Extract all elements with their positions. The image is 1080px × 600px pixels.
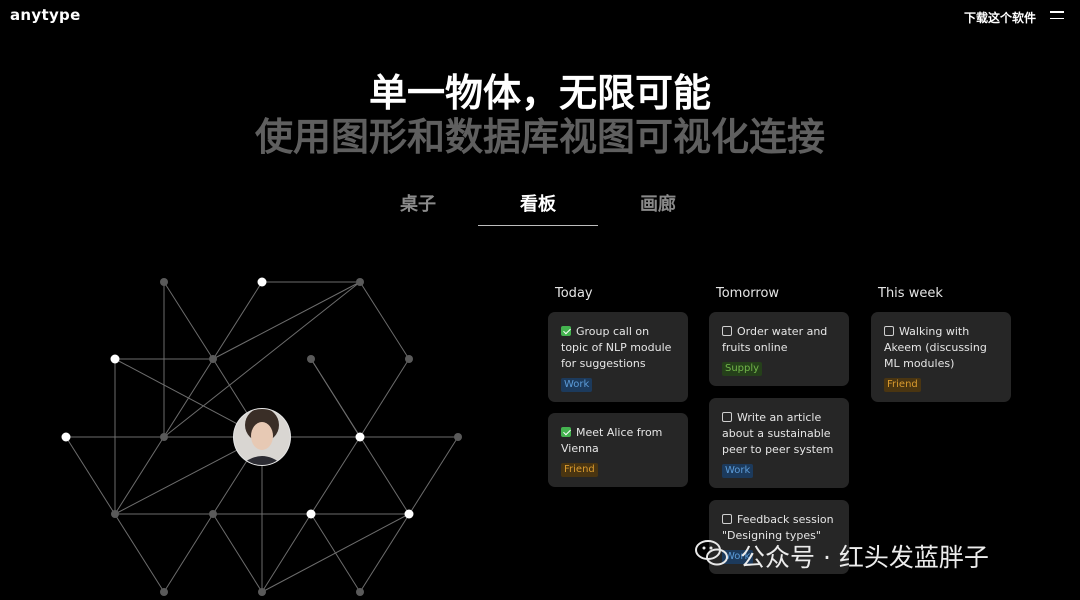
card-title: Walking with Akeem (discussing ML module… [884,325,987,370]
graph-node [307,355,315,363]
tag-badge: Work [722,464,754,478]
view-tabs: 桌子 看板 画廊 [358,190,718,226]
tab-table[interactable]: 桌子 [358,190,478,226]
graph-edge [359,358,410,438]
kanban-column-title: Today [555,286,593,301]
graph-edge [163,281,214,360]
kanban-card[interactable]: Meet Alice from Vienna Friend [548,413,688,487]
checkbox[interactable] [722,412,732,422]
checkbox[interactable] [884,326,894,336]
graph-node [160,588,168,596]
graph-node [356,278,364,286]
card-title: Write an article about a sustainable pee… [722,411,834,456]
graph-edge [212,513,263,593]
checkbox[interactable] [722,326,732,336]
hamburger-menu-icon[interactable] [1050,11,1064,21]
tab-gallery[interactable]: 画廊 [598,190,718,226]
tag-badge: Friend [561,463,598,477]
watermark-text: 公众号 · 红头发蓝胖子 [740,543,989,572]
kanban-card[interactable]: Write an article about a sustainable pee… [709,398,849,488]
kanban-column-title: Tomorrow [716,286,780,301]
download-link[interactable]: 下载这个软件 [964,9,1036,26]
graph-edge [212,281,361,360]
graph-node [258,588,266,596]
wechat-icon [695,540,728,566]
avatar [233,408,291,466]
tag-badge: Supply [722,362,763,376]
object-graph [61,277,462,596]
graph-edge [310,436,361,515]
graph-node [306,509,316,519]
graph-node [405,355,413,363]
card-title: Meet Alice from Vienna [561,426,663,455]
graph-node [454,433,462,441]
tag-badge: Work [561,378,593,392]
hero-subtitle: 使用图形和数据库视图可视化连接 [254,115,825,159]
checked-checkbox[interactable] [561,427,571,437]
graph-node [209,510,217,518]
checkbox[interactable] [722,514,732,524]
graph-node [61,432,71,442]
kanban-card[interactable]: Group call on topic of NLP module for su… [548,312,688,402]
graph-node [111,510,119,518]
tag-badge: Friend [884,378,921,392]
kanban-card[interactable]: Order water and fruits online Supply [709,312,849,386]
graph-node [160,278,168,286]
graph-node [355,432,365,442]
kanban-column-title: This week [878,286,943,301]
graph-edge [163,513,214,593]
tab-kanban[interactable]: 看板 [478,190,598,226]
kanban-card[interactable]: Walking with Akeem (discussing ML module… [871,312,1011,402]
graph-node [356,588,364,596]
card-title: Order water and fruits online [722,325,828,354]
graph-node [110,354,120,364]
graph-node [257,277,267,287]
graph-edge [261,513,312,593]
graph-node [209,355,217,363]
graph-node [160,433,168,441]
graph-edge [261,513,410,593]
checked-checkbox[interactable] [561,326,571,336]
graph-edge [359,281,410,360]
card-title: Group call on topic of NLP module for su… [561,325,672,370]
graph-node [404,509,414,519]
anytype-logo[interactable]: anytype [10,6,81,24]
